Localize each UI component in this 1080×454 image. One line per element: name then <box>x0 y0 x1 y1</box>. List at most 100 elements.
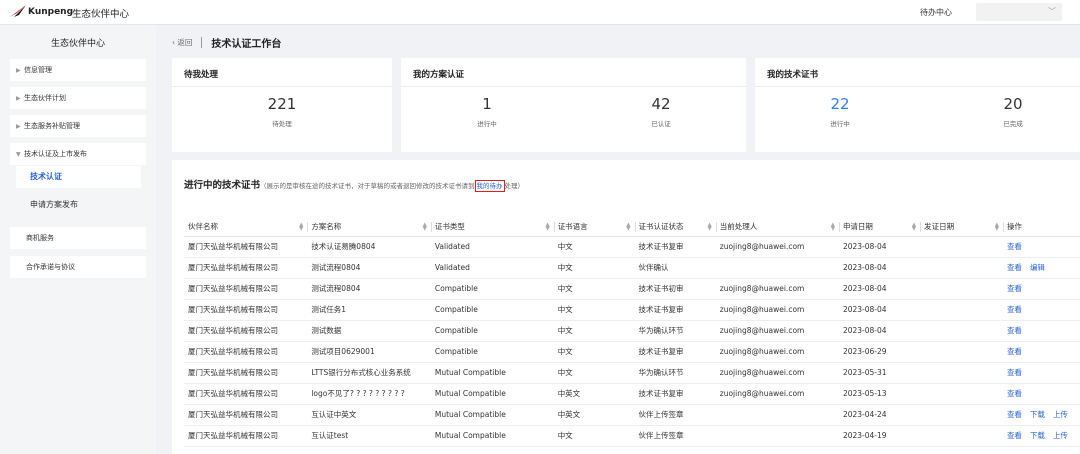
cell-solution: LTTS银行分布式核心业务系统 <box>307 362 431 384</box>
upload-link[interactable]: 上传 <box>1053 410 1068 419</box>
cell-operations: 查看 下载 上传 <box>1002 404 1080 426</box>
solution-in-progress-stat[interactable]: 1 进行中 <box>437 94 537 128</box>
cell-type: Compatible <box>430 341 554 363</box>
sidebar-subitem-solution-release[interactable]: 申请方案发布 <box>16 194 141 216</box>
note-text: （展示的是审核在途的技术证书，对于草稿的或者退回修改的技术证书请到 <box>260 182 475 190</box>
pending-stat[interactable]: 221 待处理 <box>232 94 332 128</box>
view-link[interactable]: 查看 <box>1007 410 1022 419</box>
view-link[interactable]: 查看 <box>1007 326 1022 335</box>
column-divider <box>1002 222 1004 232</box>
sort-icon[interactable]: ▲ ▼ <box>423 222 427 232</box>
cell-handler <box>715 257 839 279</box>
download-link[interactable]: 下载 <box>1030 410 1045 419</box>
my-todo-link[interactable]: 我的待办 <box>474 180 505 192</box>
upload-link[interactable]: 上传 <box>1053 431 1068 440</box>
sort-icon[interactable]: ▲ ▼ <box>545 222 549 232</box>
sidebar-item-info-management[interactable]: ▶ 信息管理 <box>10 59 146 81</box>
cell-type: Validated <box>430 257 554 279</box>
column-header-apply-date[interactable]: 申请日期 ▲ ▼ <box>838 218 921 237</box>
cell-partner: 厦门天弘益华机械有限公司 <box>184 362 308 384</box>
view-link[interactable]: 查看 <box>1007 368 1022 377</box>
download-link[interactable]: 下载 <box>1030 431 1045 440</box>
caret-right-icon: ▶ <box>16 67 21 74</box>
sidebar-subitem-tech-cert[interactable]: 技术认证 <box>16 166 141 188</box>
column-header-issue-date[interactable]: 发证日期 ▲ ▼ <box>920 218 1003 237</box>
sidebar-item-agreement[interactable]: 合作承诺与协议 <box>10 256 146 278</box>
panel-note: （展示的是审核在途的技术证书，对于草稿的或者退回修改的技术证书请到 我的待办 处理） <box>260 180 524 192</box>
view-link[interactable]: 查看 <box>1007 431 1022 440</box>
kunpeng-logo[interactable]: Kunpeng <box>10 5 73 18</box>
card-divider <box>755 86 1080 87</box>
cell-solution: 互认证test <box>307 425 431 447</box>
column-header-cert-status[interactable]: 证书认证状态 ▲ ▼ <box>634 218 716 237</box>
cell-solution: logo不见了? ? ? ? ? ? ? ? ? <box>307 383 431 405</box>
back-button[interactable]: ‹ 返回 <box>172 37 192 48</box>
table-row: 厦门天弘益华机械有限公司 互认证中英文 Mutual Compatible 中英文 伙伴… <box>184 404 1080 426</box>
table-row: 厦门天弘益华机械有限公司 LTTS银行分布式核心业务系统 Mutual Compat… <box>184 362 1080 384</box>
sort-icon[interactable]: ▲ ▼ <box>626 222 630 232</box>
column-header-operations: 操作 <box>1002 218 1080 237</box>
cell-operations: 查看 <box>1002 320 1080 342</box>
cell-handler: zuojing8@huawei.com <box>715 320 839 342</box>
column-header-current-handler[interactable]: 当前处理人 ▲ ▼ <box>715 218 839 237</box>
edit-link[interactable]: 编辑 <box>1030 263 1045 272</box>
sidebar-item-subsidy[interactable]: ▶ 生态服务补贴管理 <box>10 115 146 137</box>
view-link[interactable]: 查看 <box>1007 305 1022 314</box>
solution-cert-card: 我的方案认证 1 进行中 42 已认证 <box>401 58 746 152</box>
portal-title: 生态伙伴中心 <box>72 9 130 20</box>
card-title: 待我处理 <box>184 70 219 80</box>
cert-in-progress-stat[interactable]: 22 进行中 <box>790 94 890 128</box>
sidebar-item-label: 生态服务补贴管理 <box>24 122 80 130</box>
cell-handler: zuojing8@huawei.com <box>715 236 839 258</box>
cell-issue <box>920 383 1003 405</box>
user-menu[interactable]: ﹀ <box>976 3 1062 21</box>
logo-text: Kunpeng <box>28 6 74 17</box>
view-link[interactable]: 查看 <box>1007 347 1022 356</box>
sort-icon[interactable]: ▲ ▼ <box>708 222 712 232</box>
caret-right-icon: ▶ <box>16 123 21 130</box>
stat-value: 22 <box>830 95 850 113</box>
kunpeng-logo-icon <box>10 5 26 17</box>
column-divider <box>715 222 717 232</box>
cell-operations: 查看 <box>1002 362 1080 384</box>
sidebar-title: 生态伙伴中心 <box>50 39 105 49</box>
cell-type: Mutual Compatible <box>430 383 554 405</box>
stat-value: 221 <box>267 95 297 113</box>
sort-icon[interactable]: ▲ ▼ <box>831 222 835 232</box>
cell-issue <box>920 299 1003 321</box>
todo-center-link[interactable]: 待办中心 <box>920 7 952 18</box>
cell-lang: 中文 <box>553 278 635 300</box>
stat-label: 待处理 <box>272 120 292 128</box>
table-row: 厦门天弘益华机械有限公司 互认证test Mutual Compatible 中文 伙伴… <box>184 425 1080 447</box>
header-divider <box>201 36 203 48</box>
view-link[interactable]: 查看 <box>1007 389 1022 398</box>
solution-certified-stat[interactable]: 42 已认证 <box>611 94 711 128</box>
sidebar-item-tech-cert-release[interactable]: ▼ 技术认证及上市发布 <box>10 143 146 165</box>
sidebar-item-business-opportunity[interactable]: 商机服务 <box>10 227 146 249</box>
cell-type: Compatible <box>430 320 554 342</box>
sort-icon[interactable]: ▲ ▼ <box>995 222 999 232</box>
caret-down-icon: ▼ <box>16 151 21 158</box>
stat-value: 42 <box>651 95 671 113</box>
column-header-solution-name[interactable]: 方案名称 ▲ ▼ <box>307 218 431 237</box>
cell-apply: 2023-04-19 <box>838 425 921 447</box>
cell-type: Mutual Compatible <box>430 362 554 384</box>
cell-issue <box>920 404 1003 426</box>
view-link[interactable]: 查看 <box>1007 263 1022 272</box>
column-header-partner-name[interactable]: 伙伴名称 ▲ ▼ <box>184 218 308 237</box>
cert-completed-stat[interactable]: 20 已完成 <box>963 94 1063 128</box>
card-title: 我的方案认证 <box>413 70 465 80</box>
sort-icon[interactable]: ▲ ▼ <box>912 222 916 232</box>
column-header-cert-type[interactable]: 证书类型 ▲ ▼ <box>430 218 554 237</box>
view-link[interactable]: 查看 <box>1007 242 1022 251</box>
sort-icon[interactable]: ▲ ▼ <box>299 222 303 232</box>
cell-issue <box>920 278 1003 300</box>
cell-operations: 查看 <box>1002 383 1080 405</box>
sidebar-item-partner-plan[interactable]: ▶ 生态伙伴计划 <box>10 87 146 109</box>
cell-handler: zuojing8@huawei.com <box>715 362 839 384</box>
cell-partner: 厦门天弘益华机械有限公司 <box>184 425 308 447</box>
cell-lang: 中文 <box>553 362 635 384</box>
view-link[interactable]: 查看 <box>1007 284 1022 293</box>
column-header-cert-language[interactable]: 证书语言 ▲ ▼ <box>553 218 635 237</box>
stat-value: 20 <box>1003 95 1023 113</box>
